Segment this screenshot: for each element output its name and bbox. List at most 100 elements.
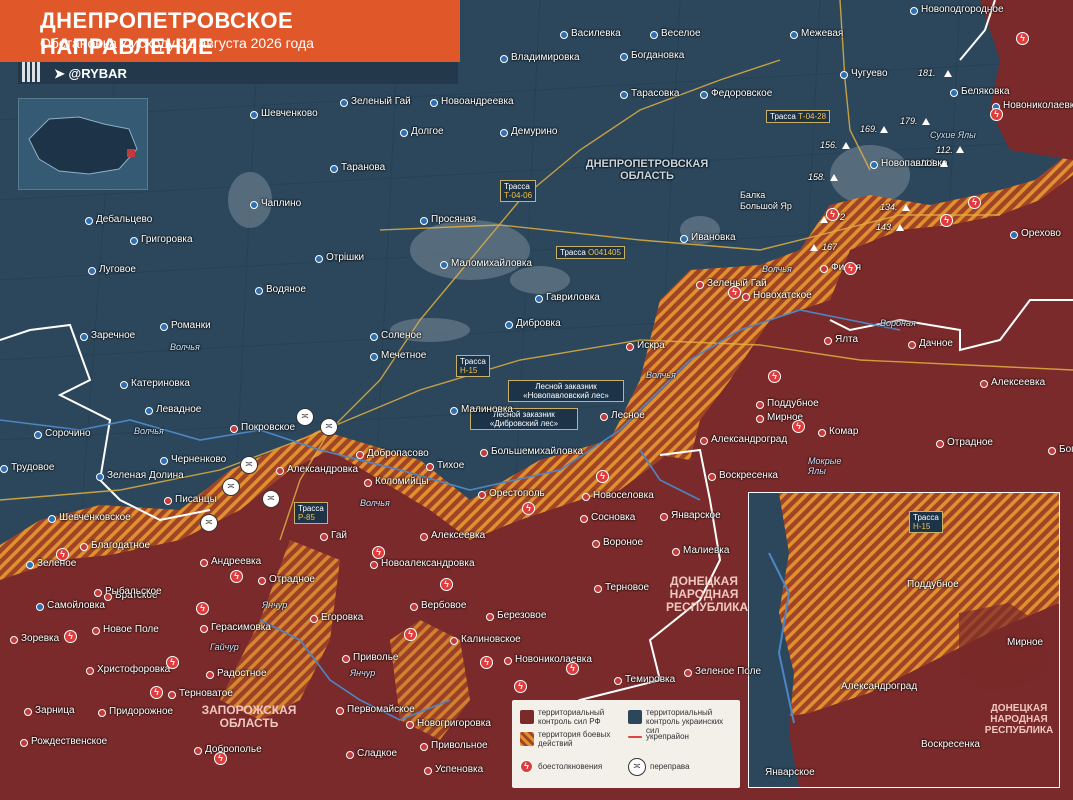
river-label: Волчья xyxy=(360,498,390,508)
town-label: Зеленое xyxy=(37,558,77,569)
clash-icon: ϟ xyxy=(596,470,609,483)
town-marker-ru xyxy=(742,293,750,301)
height-label: 169. xyxy=(860,124,878,134)
height-marker-icon xyxy=(944,70,952,77)
town-label: Сладкое xyxy=(357,748,398,759)
town-label: Зоревка xyxy=(21,633,60,644)
brand-handle[interactable]: ➤ @RYBAR xyxy=(54,66,127,82)
inset-town: Поддубное xyxy=(907,579,959,590)
town-marker-ru xyxy=(80,543,88,551)
town-label: Водяное xyxy=(266,284,306,295)
town-label: Январское xyxy=(671,510,721,521)
town-label: Богдановка xyxy=(631,50,685,61)
town-marker-ua xyxy=(120,381,128,389)
town-marker-ua xyxy=(560,31,568,39)
town-marker-ua xyxy=(680,235,688,243)
clash-icon: ϟ xyxy=(990,108,1003,121)
town-marker-ru xyxy=(200,625,208,633)
town-marker-ru xyxy=(582,493,590,501)
town-marker-ru xyxy=(820,265,828,273)
town-marker-ua xyxy=(0,465,8,473)
town-marker-ru xyxy=(594,585,602,593)
town-label: Дебальцево xyxy=(96,214,153,225)
town-label: Новониколаевка xyxy=(1003,100,1073,111)
town-label: Богатырь xyxy=(1059,444,1073,455)
page-subtitle: Обстановка к исходу 31 августа 2026 года xyxy=(40,35,314,51)
height-marker-icon xyxy=(956,146,964,153)
town-label: Маломихайловка xyxy=(451,258,532,269)
town-marker-ru xyxy=(450,637,458,645)
town-label: Трудовое xyxy=(11,462,55,473)
river-label: Сухие Ялы xyxy=(930,130,976,140)
town-marker-ru xyxy=(486,613,494,621)
legend-ua-swatch xyxy=(628,710,642,724)
town-marker-ua xyxy=(315,255,323,263)
town-label: Ялта xyxy=(835,334,859,345)
town-marker-ua xyxy=(500,129,508,137)
town-marker-ru xyxy=(480,449,488,457)
town-label: Дибровка xyxy=(516,318,561,329)
town-label: Орехово xyxy=(1021,228,1061,239)
clash-icon: ϟ xyxy=(64,630,77,643)
road-p85: Трасса Р-85 xyxy=(294,502,328,524)
height-label: 179. xyxy=(900,116,918,126)
height-label: 143. xyxy=(876,222,894,232)
river-label: Волчья xyxy=(134,426,164,436)
town-marker-ru xyxy=(420,533,428,541)
town-label: Самойловка xyxy=(47,600,105,611)
road-o041405: Трасса О041405 xyxy=(556,246,625,259)
town-marker-ru xyxy=(336,707,344,715)
river-label: Вороная xyxy=(880,318,916,328)
clash-icon: ϟ xyxy=(522,502,535,515)
town-marker-ua xyxy=(505,321,513,329)
map-legend: территориальный контроль сил РФ территор… xyxy=(512,700,740,788)
town-label: Вороное xyxy=(603,537,643,548)
height-label: 167 xyxy=(822,242,838,252)
town-label: Радостное xyxy=(217,668,267,679)
clash-icon: ϟ xyxy=(372,546,385,559)
town-label: Григоровка xyxy=(141,234,193,245)
town-label: Отрадное xyxy=(269,574,315,585)
clash-icon: ϟ xyxy=(196,602,209,615)
town-label: Гавриловка xyxy=(546,292,600,303)
town-marker-ua xyxy=(250,111,258,119)
town-marker-ru xyxy=(936,440,944,448)
legend-clash-icon: ϟ xyxy=(520,760,533,773)
town-marker-ua xyxy=(85,217,93,225)
town-marker-ua xyxy=(535,295,543,303)
height-marker-icon xyxy=(880,126,888,133)
town-label: Долгое xyxy=(411,126,444,137)
town-label: Мечетное xyxy=(381,350,427,361)
minimap xyxy=(18,98,148,190)
legend-combat-swatch xyxy=(520,732,534,746)
town-marker-ua xyxy=(440,261,448,269)
crossing-icon: ≍ xyxy=(296,408,314,426)
town-marker-ru xyxy=(684,669,692,677)
town-label: Шевченковское xyxy=(59,512,131,523)
town-label: Новое Поле xyxy=(103,624,159,635)
town-label: Федоровское xyxy=(711,88,773,99)
town-marker-ua xyxy=(620,53,628,61)
town-label: Зеленая Долина xyxy=(107,470,184,481)
legend-clash-label: боестолкновения xyxy=(538,762,603,771)
height-marker-icon xyxy=(842,142,850,149)
town-label: Просяная xyxy=(431,214,477,225)
clash-icon: ϟ xyxy=(1016,32,1029,45)
legend-crossing-icon: ≍ xyxy=(628,758,646,776)
clash-icon: ϟ xyxy=(792,420,805,433)
town-label: Герасимовка xyxy=(211,622,271,633)
town-marker-ru xyxy=(824,337,832,345)
town-marker-ru xyxy=(504,657,512,665)
town-label: Зарница xyxy=(35,705,75,716)
town-marker-ua xyxy=(1010,231,1018,239)
town-label: Малиновка xyxy=(461,404,513,415)
crossing-icon: ≍ xyxy=(240,456,258,474)
town-label: Большемихайловка xyxy=(491,446,584,457)
town-marker-ru xyxy=(980,380,988,388)
town-marker-ru xyxy=(1048,447,1056,455)
town-label: Первомайское xyxy=(347,704,415,715)
clash-icon: ϟ xyxy=(768,370,781,383)
town-label: Гай xyxy=(331,530,348,541)
town-marker-ru xyxy=(818,429,826,437)
qr-icon[interactable] xyxy=(22,62,42,82)
